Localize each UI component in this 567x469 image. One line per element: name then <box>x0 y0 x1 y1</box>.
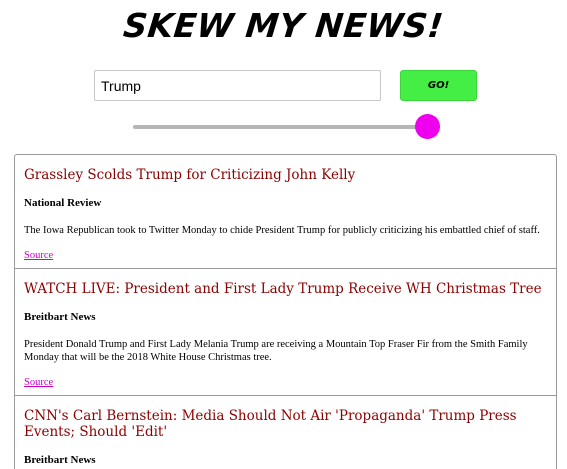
article-source: Breitbart News <box>24 454 96 466</box>
article-description: The Iowa Republican took to Twitter Mond… <box>24 225 540 236</box>
article-title: CNN's Carl Bernstein: Media Should Not A… <box>24 408 517 440</box>
results-list: Grassley Scolds Trump for Criticizing Jo… <box>14 154 557 469</box>
go-button[interactable]: GO! <box>400 70 477 101</box>
article-card: WATCH LIVE: President and First Lady Tru… <box>15 268 556 395</box>
app-logo: SKEW MY NEWS! <box>121 6 446 45</box>
bias-slider[interactable] <box>133 114 440 140</box>
article-source-link[interactable]: Source <box>24 376 53 395</box>
slider-thumb[interactable] <box>414 114 440 139</box>
slider-track[interactable] <box>133 125 439 129</box>
article-title: WATCH LIVE: President and First Lady Tru… <box>24 281 542 297</box>
article-title: Grassley Scolds Trump for Criticizing Jo… <box>24 167 356 183</box>
article-description: President Donald Trump and First Lady Me… <box>24 339 528 363</box>
article-card: Grassley Scolds Trump for Criticizing Jo… <box>15 155 556 268</box>
article-card: CNN's Carl Bernstein: Media Should Not A… <box>15 395 556 467</box>
search-input[interactable] <box>94 70 381 101</box>
article-source: Breitbart News <box>24 311 96 323</box>
article-source: National Review <box>24 197 102 209</box>
article-source-link[interactable]: Source <box>24 249 53 268</box>
